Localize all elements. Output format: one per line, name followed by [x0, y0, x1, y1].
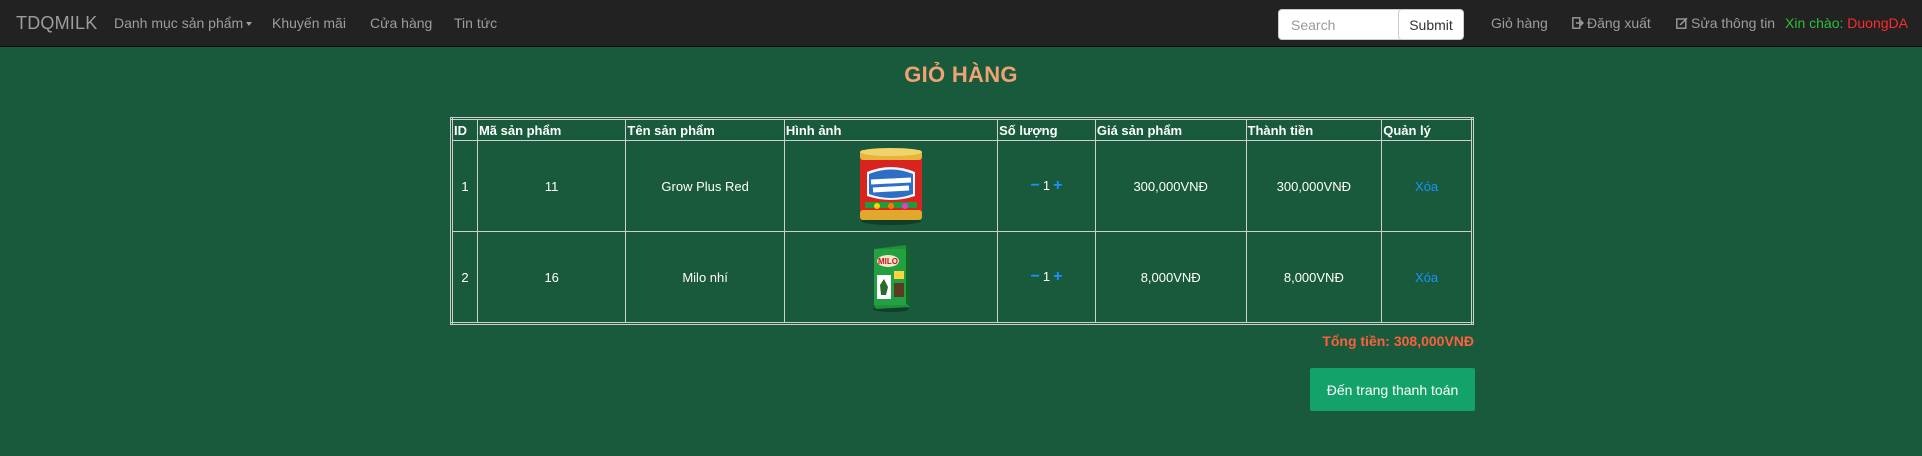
nav-store[interactable]: Cửa hàng: [370, 15, 432, 31]
header-image: Hình ảnh: [783, 118, 999, 141]
cell-manage: Xóa: [1381, 140, 1473, 232]
svg-text:MILO: MILO: [878, 257, 898, 266]
header-subtotal: Thành tiền: [1245, 118, 1383, 141]
header-qty: Số lượng: [997, 118, 1096, 141]
navbar: TDQMILK Danh mục sản phẩm Khuyến mãi Cửa…: [0, 0, 1922, 47]
cell-subtotal: 8,000VNĐ: [1245, 231, 1383, 324]
greeting: Xin chào: DuongDA: [1785, 15, 1908, 31]
cell-qty: −1 +: [997, 140, 1096, 232]
brand-logo[interactable]: TDQMILK: [16, 13, 97, 34]
cell-manage: Xóa: [1381, 231, 1473, 324]
nav-category-dropdown[interactable]: Danh mục sản phẩm: [114, 15, 253, 31]
nav-edit-profile-label: Sửa thông tin: [1691, 15, 1776, 31]
cell-image: MILO: [783, 231, 999, 324]
header-price: Giá sản phẩm: [1094, 118, 1247, 141]
nav-cart[interactable]: Giỏ hàng: [1491, 15, 1548, 31]
cell-subtotal: 300,000VNĐ: [1245, 140, 1383, 232]
header-code: Mã sản phẩm: [476, 118, 627, 141]
checkout-button[interactable]: Đến trang thanh toán: [1310, 368, 1475, 411]
caret-down-icon: [246, 22, 253, 27]
cell-price: 8,000VNĐ: [1094, 231, 1247, 324]
greeting-label: Xin chào:: [1785, 15, 1844, 31]
page-title: GIỎ HÀNG: [904, 62, 1018, 87]
qty-value: 1: [1042, 178, 1051, 193]
cell-code: 11: [476, 140, 627, 232]
header-name: Tên sản phẩm: [625, 118, 785, 141]
qty-minus-button[interactable]: −: [1031, 268, 1040, 285]
qty-plus-button[interactable]: +: [1053, 268, 1062, 285]
delete-link[interactable]: Xóa: [1415, 179, 1438, 194]
qty-value: 1: [1042, 269, 1051, 284]
table-row: 1 11 Grow Plus Red − 1 + 300,000VNĐ 300,…: [451, 140, 1473, 232]
cell-id: 2: [451, 231, 478, 324]
cell-name: Milo nhí: [625, 231, 785, 324]
cell-id: 1: [451, 140, 478, 232]
cart-table: ID Mã sản phẩm Tên sản phẩm Hình ảnh Số …: [450, 117, 1474, 325]
table-header-row: ID Mã sản phẩm Tên sản phẩm Hình ảnh Số …: [451, 118, 1473, 141]
cell-qty: −1 +: [997, 231, 1096, 324]
cell-code: 16: [476, 231, 627, 324]
milo-box-image: MILO: [872, 245, 910, 312]
nav-edit-profile[interactable]: Sửa thông tin: [1676, 15, 1775, 31]
nav-news[interactable]: Tin tức: [454, 15, 497, 31]
qty-plus-button[interactable]: +: [1053, 177, 1062, 194]
header-id: ID: [451, 118, 478, 141]
cell-price: 300,000VNĐ: [1094, 140, 1247, 232]
nav-logout-label: Đăng xuất: [1587, 15, 1651, 31]
nav-promo[interactable]: Khuyến mãi: [272, 15, 346, 31]
search-submit-button[interactable]: Submit: [1398, 9, 1464, 40]
cell-image: [783, 140, 999, 232]
logout-icon: [1572, 17, 1584, 29]
table-row: 2 16 Milo nhí MILO −1 + 8,000VNĐ 8,000VN…: [451, 231, 1473, 324]
cart-total: Tổng tiền: 308,000VNĐ: [1322, 333, 1474, 349]
header-manage: Quản lý: [1381, 118, 1473, 141]
edit-icon: [1676, 17, 1688, 29]
delete-link[interactable]: Xóa: [1415, 270, 1438, 285]
nav-category-label: Danh mục sản phẩm: [114, 15, 244, 31]
nav-logout[interactable]: Đăng xuất: [1572, 15, 1651, 31]
cell-name: Grow Plus Red: [625, 140, 785, 232]
qty-minus-button[interactable]: −: [1031, 177, 1040, 194]
username[interactable]: DuongDA: [1847, 15, 1908, 31]
grow-plus-red-can-image: [859, 148, 922, 225]
